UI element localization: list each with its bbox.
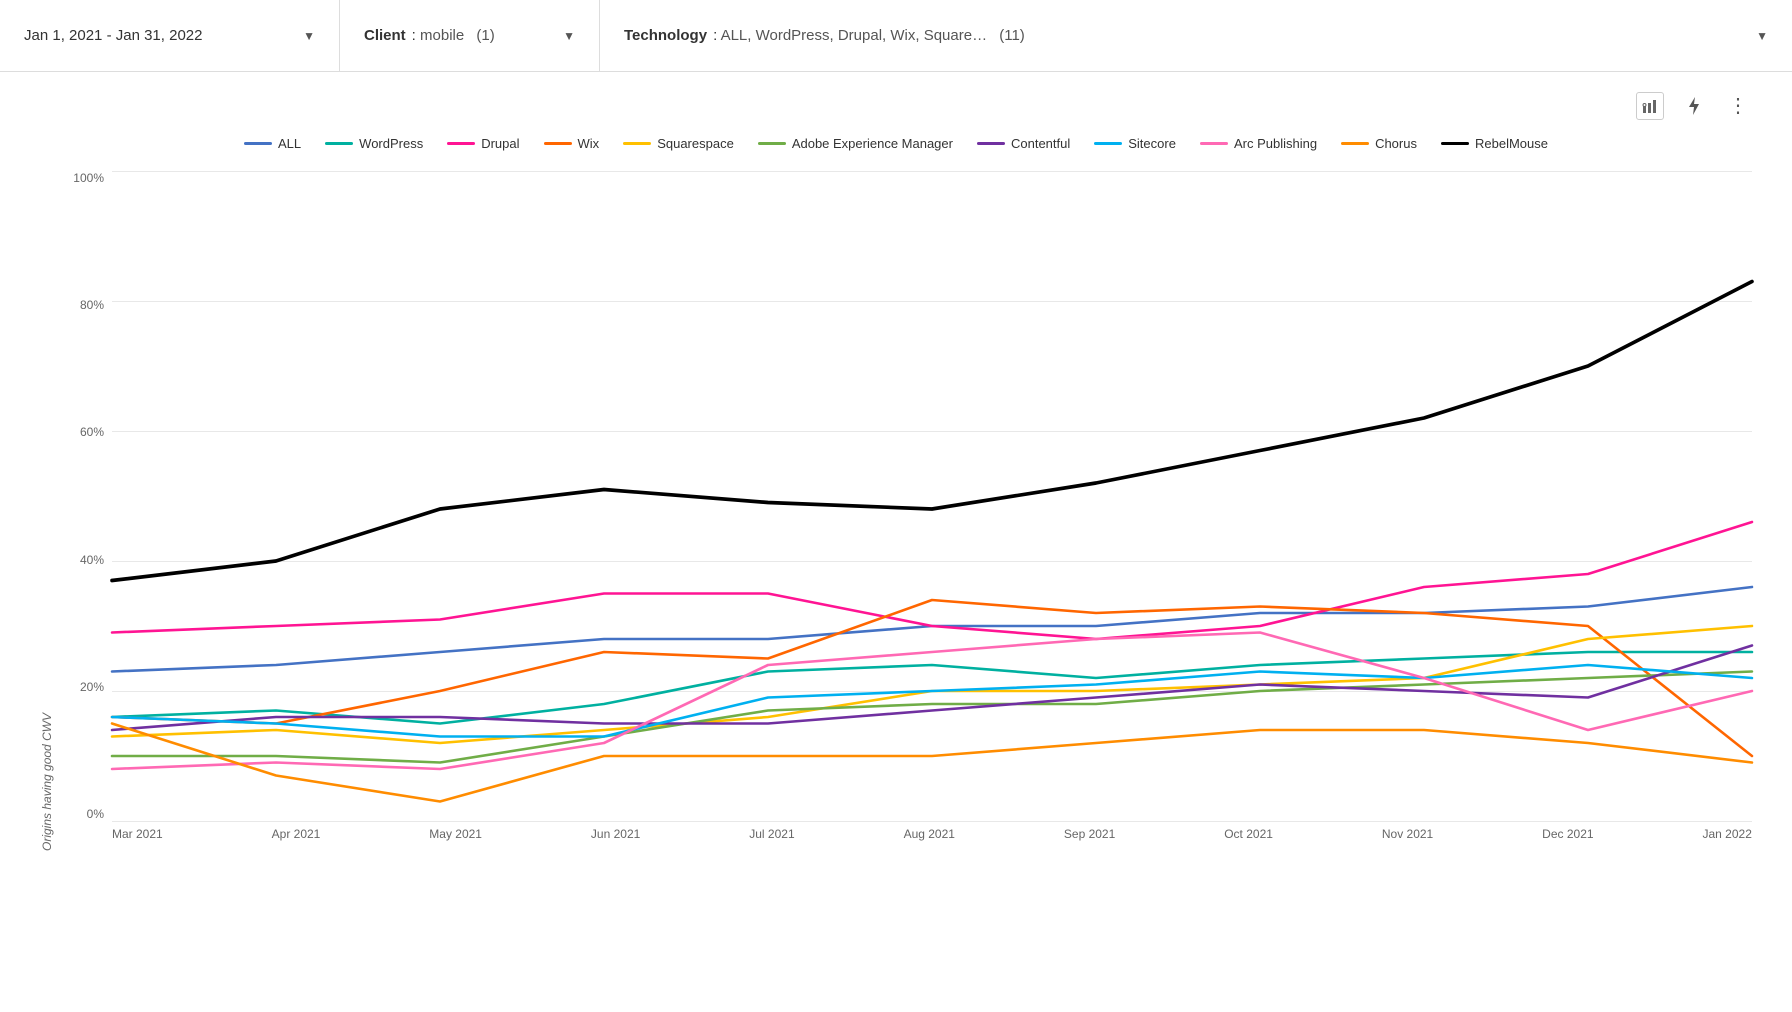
- y-tick: 80%: [80, 298, 104, 312]
- lightning-icon[interactable]: [1680, 92, 1708, 120]
- x-tick: Jan 2022: [1702, 827, 1751, 841]
- x-tick: Apr 2021: [272, 827, 321, 841]
- more-options-icon[interactable]: ⋮: [1724, 92, 1752, 120]
- x-tick: Sep 2021: [1064, 827, 1115, 841]
- y-tick: 60%: [80, 425, 104, 439]
- top-bar: Jan 1, 2021 - Jan 31, 2022 ▼ Client: mob…: [0, 0, 1792, 72]
- legend-item: Sitecore: [1094, 136, 1176, 151]
- legend-item: WordPress: [325, 136, 423, 151]
- x-axis: Mar 2021 Apr 2021 May 2021 Jun 2021 Jul 2021…: [112, 821, 1752, 851]
- x-tick: Aug 2021: [904, 827, 955, 841]
- date-filter-button[interactable]: Jan 1, 2021 - Jan 31, 2022 ▼: [0, 0, 340, 71]
- chart-legend: ALL WordPress Drupal Wix Squarespace Adobe Ex…: [40, 136, 1752, 151]
- tech-filter-button[interactable]: Technology: ALL, WordPress, Drupal, Wix,…: [600, 0, 1792, 71]
- client-filter-text: Client: mobile (1): [364, 27, 495, 44]
- chart-type-icon[interactable]: [1636, 92, 1664, 120]
- y-tick: 20%: [80, 680, 104, 694]
- legend-item: Arc Publishing: [1200, 136, 1317, 151]
- tech-filter-text: Technology: ALL, WordPress, Drupal, Wix,…: [624, 27, 1025, 44]
- legend-item: Wix: [544, 136, 600, 151]
- x-tick: Jul 2021: [749, 827, 794, 841]
- legend-item: Drupal: [447, 136, 519, 151]
- x-tick: Oct 2021: [1224, 827, 1273, 841]
- y-axis: 100% 80% 60% 40% 20% 0%: [62, 171, 112, 821]
- chart-area: ⋮ ALL WordPress Drupal Wix Squarespace Adobe …: [0, 72, 1792, 871]
- y-tick: 40%: [80, 553, 104, 567]
- client-chevron-icon: ▼: [563, 29, 575, 43]
- legend-item: Adobe Experience Manager: [758, 136, 953, 151]
- legend-item: RebelMouse: [1441, 136, 1548, 151]
- x-tick: Jun 2021: [591, 827, 640, 841]
- legend-item: Contentful: [977, 136, 1070, 151]
- chart-plot: [112, 171, 1752, 821]
- x-tick: May 2021: [429, 827, 482, 841]
- client-filter-button[interactable]: Client: mobile (1) ▼: [340, 0, 600, 71]
- toolbar: ⋮: [40, 92, 1752, 120]
- chart-inner: 100% 80% 60% 40% 20% 0% Mar 2021 Apr 2021 May 2…: [62, 171, 1752, 851]
- x-tick: Nov 2021: [1382, 827, 1433, 841]
- date-filter-value: Jan 1, 2021 - Jan 31, 2022: [24, 27, 202, 44]
- tech-chevron-icon: ▼: [1756, 29, 1768, 43]
- x-tick: Mar 2021: [112, 827, 163, 841]
- date-chevron-icon: ▼: [303, 29, 315, 43]
- legend-item: Chorus: [1341, 136, 1417, 151]
- chart-container: Origins having good CWV 100% 80% 60% 40% 20%…: [40, 171, 1752, 851]
- y-axis-label: Origins having good CWV: [40, 171, 54, 851]
- legend-item: Squarespace: [623, 136, 734, 151]
- y-tick: 100%: [73, 171, 104, 185]
- y-tick: 0%: [87, 807, 104, 821]
- legend-item: ALL: [244, 136, 301, 151]
- x-tick: Dec 2021: [1542, 827, 1593, 841]
